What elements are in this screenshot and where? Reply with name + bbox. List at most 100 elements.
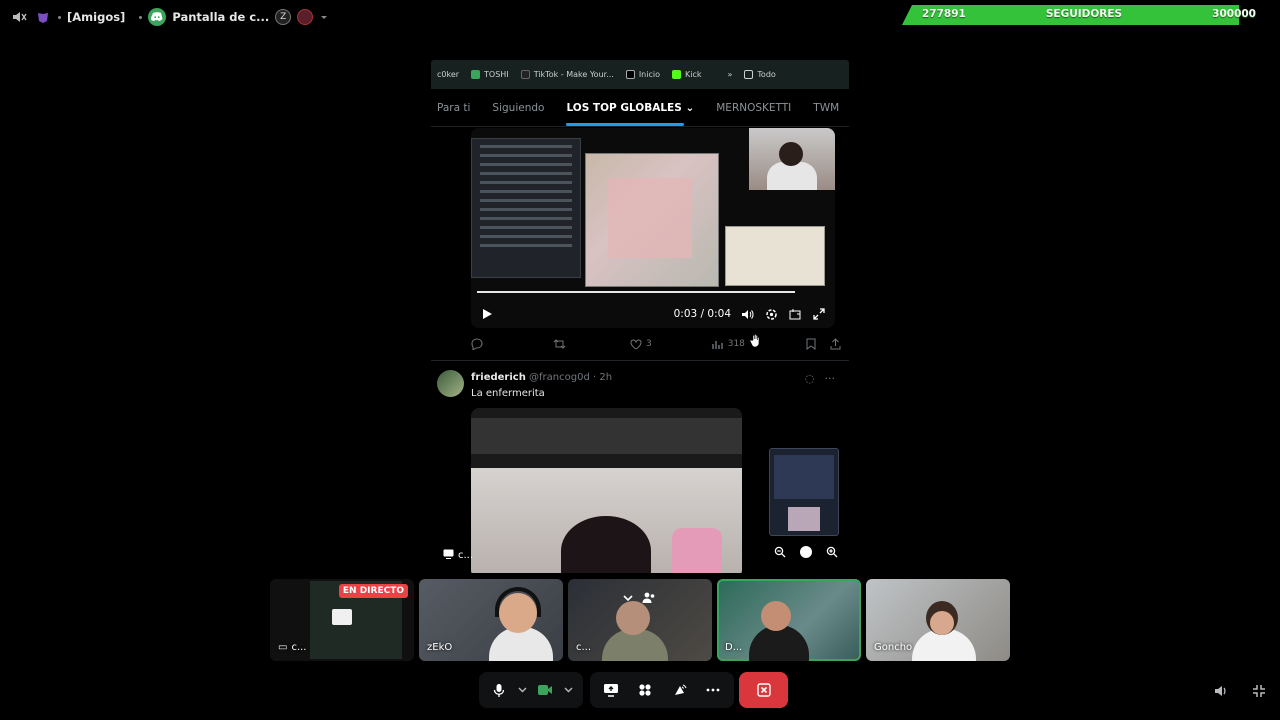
settings-icon[interactable] (763, 306, 779, 322)
folder-icon (744, 70, 754, 79)
stage-caption: c... (443, 549, 473, 562)
stage-preview-thumbnail[interactable] (769, 448, 839, 536)
video-controls: 0:03 / 0:04 (471, 302, 835, 326)
views-icon (712, 340, 723, 349)
fullscreen-icon[interactable] (811, 306, 827, 322)
zoom-in-icon[interactable] (824, 544, 840, 560)
volume-icon[interactable] (1212, 682, 1230, 700)
participant-name: Goncho (874, 642, 913, 653)
chevron-down-icon[interactable] (622, 589, 634, 608)
live-badge: EN DIRECTO (338, 584, 408, 598)
tab-siguiendo[interactable]: Siguiendo (492, 102, 544, 114)
more-icon (706, 688, 720, 692)
more-icon[interactable]: ··· (825, 372, 836, 385)
mic-options-chevron-icon[interactable] (516, 677, 529, 703)
tab-para-ti[interactable]: Para ti (437, 102, 470, 114)
tiktok-icon (520, 70, 530, 79)
tweet-tools: ◌ ··· (805, 372, 835, 385)
headphones-icon (495, 587, 541, 617)
separator-dot: · (593, 372, 597, 383)
leave-call-button[interactable] (739, 672, 788, 708)
tweet-actions: 3 318 (471, 338, 841, 350)
chevron-down-icon: ⌄ (685, 101, 695, 114)
tweet-video[interactable]: 0:03 / 0:04 (471, 128, 835, 328)
more-options-button[interactable] (700, 677, 726, 703)
bookmark-overflow[interactable]: » (727, 70, 732, 79)
tweet-age: 2h (599, 372, 613, 383)
voice-controls (479, 672, 583, 708)
participant-video (930, 611, 954, 635)
window-controls (1212, 682, 1268, 700)
camera-icon (538, 685, 553, 695)
bookmark[interactable]: Inicio (625, 70, 660, 79)
zoom-out-icon[interactable] (772, 544, 788, 560)
participant-video (761, 601, 791, 631)
tweet-author-handle[interactable]: @francog0d (529, 372, 590, 383)
participant-tile[interactable]: c... (568, 579, 712, 661)
discord-icon (148, 8, 167, 26)
grok-icon[interactable]: ◌ (805, 372, 815, 385)
camera-button[interactable] (533, 677, 558, 703)
participant-tile[interactable]: Goncho (866, 579, 1010, 661)
participant-name: D... (725, 642, 743, 653)
participant-tile[interactable]: zEkO (419, 579, 563, 661)
soundboard-button[interactable] (666, 677, 692, 703)
bookmark-icon[interactable] (806, 338, 816, 350)
user-group-icon[interactable] (642, 589, 656, 608)
reply-icon[interactable] (471, 338, 483, 350)
share-icon[interactable] (830, 338, 841, 350)
separator-dot (139, 15, 143, 19)
activities-icon (639, 684, 651, 696)
activities-button[interactable] (632, 677, 658, 703)
user-avatar[interactable]: Z (275, 9, 292, 25)
camera-options-chevron-icon[interactable] (562, 677, 575, 703)
screen-share-button[interactable] (598, 677, 624, 703)
tweet-text: La enfermerita (471, 388, 545, 399)
exit-fullscreen-icon[interactable] (1250, 682, 1268, 700)
retweet-icon[interactable] (553, 338, 566, 350)
views-button[interactable]: 318 (712, 339, 745, 350)
speaker-muted-icon[interactable] (10, 8, 28, 26)
tab-mernosketti[interactable]: MERNOSKETTI (716, 102, 791, 114)
kick-icon (671, 70, 681, 79)
stream-title[interactable]: Pantalla de c... (172, 10, 269, 24)
pip-icon[interactable] (787, 306, 803, 322)
follower-goal-bar: 277891 SEGUIDORES 300000 (902, 5, 1266, 25)
heart-icon (630, 338, 642, 350)
tweet-media[interactable] (471, 408, 742, 573)
volume-icon[interactable] (739, 306, 755, 322)
stage-caption-text: c... (458, 550, 474, 561)
video-progress-bar[interactable] (477, 291, 795, 293)
user-avatar-2[interactable] (297, 9, 314, 25)
channel-name[interactable]: [Amigos] (67, 10, 125, 24)
leave-call-icon (756, 683, 771, 697)
tab-twm[interactable]: TWM (813, 102, 839, 114)
soundboard-icon (674, 684, 686, 695)
bookmark[interactable]: TikTok - Make Your... (520, 70, 614, 79)
hand-cursor-icon (749, 332, 762, 351)
mic-icon (494, 683, 505, 697)
mic-button[interactable] (487, 677, 512, 703)
like-count: 3 (646, 339, 652, 349)
screen-share-icon: ▭ (278, 642, 288, 653)
video-frame-map (585, 153, 719, 287)
play-icon[interactable] (479, 306, 495, 322)
like-button[interactable]: 3 (630, 338, 652, 350)
bookmark-folder[interactable]: Todo (744, 70, 776, 79)
participant-tile-speaking[interactable]: D... (717, 579, 861, 661)
video-time: 0:03 / 0:04 (673, 308, 731, 320)
bookmark[interactable]: c0ker (437, 70, 459, 79)
zoom-controls (772, 544, 840, 560)
divider (431, 360, 849, 361)
activity-controls (590, 672, 734, 708)
bookmark[interactable]: TOSHI (471, 70, 509, 79)
tab-los-top-globales[interactable]: LOS TOP GLOBALES ⌄ (566, 101, 695, 126)
bookmark[interactable]: Kick (671, 70, 701, 79)
participant-tile[interactable]: EN DIRECTO ▭ c... (270, 579, 414, 661)
tweet-author-name[interactable]: friederich (471, 372, 526, 383)
zoom-slider-knob[interactable] (800, 546, 812, 558)
chevron-down-icon[interactable] (319, 8, 329, 26)
participant-name: zEkO (427, 642, 453, 653)
bookmarks-bar: c0ker TOSHI TikTok - Make Your... Inicio… (431, 60, 849, 89)
tweet-author-avatar[interactable] (437, 370, 464, 397)
